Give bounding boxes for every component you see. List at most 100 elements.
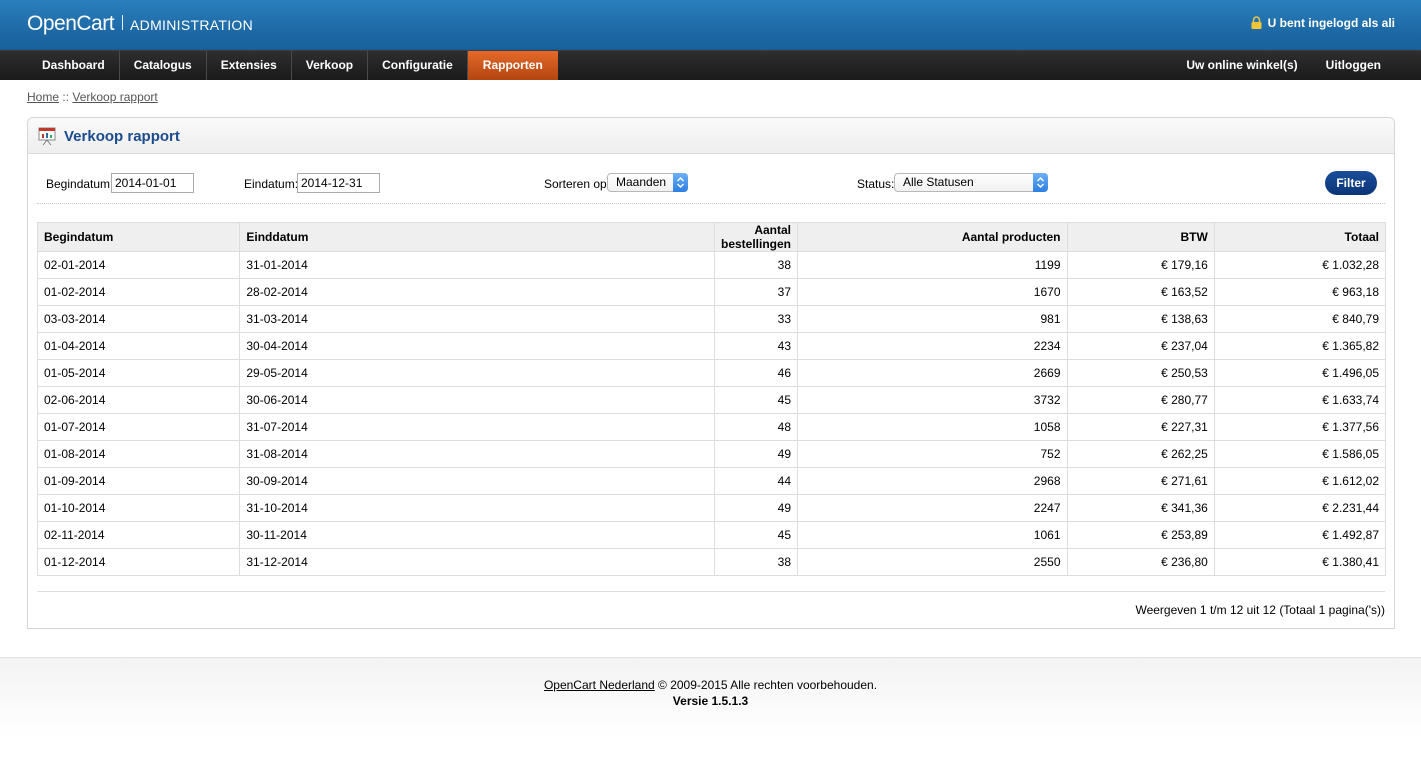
start-date-cell: 01-02-2014: [36, 278, 241, 306]
end-date-cell: 29-05-2014: [239, 359, 715, 387]
sales-report-table: Begindatum Einddatum Aantal bestellingen…: [36, 222, 1387, 576]
filter-button[interactable]: Filter: [1325, 171, 1377, 195]
pagination-text: Weergeven 1 t/m 12 uit 12 (Totaal 1 pagi…: [1135, 603, 1385, 617]
menu-dashboard[interactable]: Dashboard: [28, 51, 120, 80]
total-cell: € 1.496,05: [1213, 359, 1387, 387]
end-date-cell: 28-02-2014: [239, 278, 715, 306]
sort-select[interactable]: Maanden: [607, 173, 688, 192]
total-cell: € 2.231,44: [1213, 494, 1387, 522]
logo-text[interactable]: OpenCart: [27, 12, 115, 35]
menu-configuratie[interactable]: Configuratie: [368, 51, 468, 80]
total-cell: € 1.377,56: [1213, 413, 1387, 441]
tax-cell: € 163,52: [1066, 278, 1215, 306]
login-text: U bent ingelogd als ali: [1267, 16, 1395, 30]
sort-select-arrow-icon: [673, 173, 688, 192]
menu-online-store[interactable]: Uw online winkel(s): [1172, 51, 1311, 80]
col-product-count: Aantal producten: [797, 222, 1068, 252]
product-count-cell: 1670: [797, 278, 1068, 306]
menu-extensies[interactable]: Extensies: [207, 51, 292, 80]
filter-row: Begindatum: 2014-01-01 Eindatum: 2014-12…: [28, 173, 1394, 193]
product-count-cell: 3732: [797, 386, 1068, 414]
status-select[interactable]: Alle Statusen: [894, 173, 1048, 192]
table-row: 02-06-2014 30-06-2014 45 3732 € 280,77 € 1.63…: [36, 386, 1387, 414]
order-count-cell: 37: [713, 278, 799, 306]
sort-select-value: Maanden: [616, 175, 667, 189]
header: OpenCart ADMINISTRATION U bent ingelogd a…: [0, 0, 1421, 50]
tax-cell: € 253,89: [1066, 521, 1215, 549]
end-date-cell: 30-11-2014: [239, 521, 715, 549]
table-row: 02-11-2014 30-11-2014 45 1061 € 253,89 € 1.49…: [36, 521, 1387, 549]
filter-divider: [37, 203, 1385, 204]
end-date-input[interactable]: 2014-12-31: [297, 173, 380, 193]
start-date-cell: 01-10-2014: [36, 494, 241, 522]
main-menu: Dashboard Catalogus Extensies Verkoop Co…: [0, 50, 1421, 80]
product-count-cell: 2669: [797, 359, 1068, 387]
col-start-date: Begindatum: [36, 222, 241, 252]
start-date-cell: 01-07-2014: [36, 413, 241, 441]
total-cell: € 963,18: [1213, 278, 1387, 306]
start-date-label: Begindatum:: [46, 177, 114, 191]
breadcrumb-current[interactable]: Verkoop rapport: [72, 90, 157, 104]
end-date-label: Eindatum:: [244, 177, 299, 191]
logo-separator: [122, 15, 124, 30]
tax-cell: € 271,61: [1066, 467, 1215, 495]
product-count-cell: 981: [797, 305, 1068, 333]
order-count-cell: 38: [713, 548, 799, 576]
start-date-input[interactable]: 2014-01-01: [111, 173, 194, 193]
end-date-cell: 31-07-2014: [239, 413, 715, 441]
footer-link[interactable]: OpenCart Nederland: [544, 678, 655, 692]
order-count-cell: 49: [713, 440, 799, 468]
order-count-cell: 43: [713, 332, 799, 360]
total-cell: € 1.492,87: [1213, 521, 1387, 549]
order-count-cell: 45: [713, 521, 799, 549]
end-date-cell: 31-10-2014: [239, 494, 715, 522]
start-date-cell: 01-08-2014: [36, 440, 241, 468]
table-row: 01-12-2014 31-12-2014 38 2550 € 236,80 € 1.38…: [36, 548, 1387, 576]
menu-catalogus[interactable]: Catalogus: [120, 51, 207, 80]
menu-logout[interactable]: Uitloggen: [1312, 51, 1395, 80]
start-date-cell: 01-09-2014: [36, 467, 241, 495]
menu-verkoop[interactable]: Verkoop: [292, 51, 369, 80]
report-box: Verkoop rapport Begindatum: 2014-01-01 E…: [27, 117, 1395, 629]
table-row: 01-05-2014 29-05-2014 46 2669 € 250,53 € 1.49…: [36, 359, 1387, 387]
footer-copyright: © 2009-2015 Alle rechten voorbehouden.: [654, 678, 878, 692]
total-cell: € 1.633,74: [1213, 386, 1387, 414]
table-row: 01-02-2014 28-02-2014 37 1670 € 163,52 € 963,…: [36, 278, 1387, 306]
lock-icon: [1251, 16, 1262, 29]
table-row: 01-10-2014 31-10-2014 49 2247 € 341,36 € 2.23…: [36, 494, 1387, 522]
order-count-cell: 45: [713, 386, 799, 414]
table-row: 01-09-2014 30-09-2014 44 2968 € 271,61 € 1.61…: [36, 467, 1387, 495]
tax-cell: € 227,31: [1066, 413, 1215, 441]
order-count-cell: 44: [713, 467, 799, 495]
start-date-cell: 01-05-2014: [36, 359, 241, 387]
footer-version: Versie 1.5.1.3: [672, 694, 749, 708]
start-date-cell: 01-04-2014: [36, 332, 241, 360]
breadcrumb-home[interactable]: Home: [27, 90, 59, 104]
tax-cell: € 341,36: [1066, 494, 1215, 522]
table-row: 02-01-2014 31-01-2014 38 1199 € 179,16 € 1.03…: [36, 251, 1387, 279]
menu-right: Uw online winkel(s) Uitloggen: [1172, 51, 1395, 80]
table-body: 02-01-2014 31-01-2014 38 1199 € 179,16 € 1.03…: [36, 251, 1387, 576]
tax-cell: € 237,04: [1066, 332, 1215, 360]
order-count-cell: 49: [713, 494, 799, 522]
table-row: 03-03-2014 31-03-2014 33 981 € 138,63 € 840,7…: [36, 305, 1387, 333]
table-row: 01-08-2014 31-08-2014 49 752 € 262,25 € 1.586…: [36, 440, 1387, 468]
product-count-cell: 1061: [797, 521, 1068, 549]
start-date-cell: 02-01-2014: [36, 251, 241, 279]
start-date-cell: 02-11-2014: [36, 521, 241, 549]
product-count-cell: 752: [797, 440, 1068, 468]
col-end-date: Einddatum: [239, 222, 715, 252]
end-date-cell: 30-04-2014: [239, 332, 715, 360]
total-cell: € 1.612,02: [1213, 467, 1387, 495]
tax-cell: € 280,77: [1066, 386, 1215, 414]
end-date-cell: 31-12-2014: [239, 548, 715, 576]
tax-cell: € 262,25: [1066, 440, 1215, 468]
total-cell: € 1.380,41: [1213, 548, 1387, 576]
product-count-cell: 2234: [797, 332, 1068, 360]
footer-copyright-line: OpenCart Nederland © 2009-2015 Alle rech…: [0, 678, 1421, 692]
menu-rapporten[interactable]: Rapporten: [467, 51, 558, 80]
start-date-cell: 01-12-2014: [36, 548, 241, 576]
col-total: Totaal: [1213, 222, 1387, 252]
logo[interactable]: OpenCart ADMINISTRATION: [27, 12, 253, 36]
table-header-row: Begindatum Einddatum Aantal bestellingen…: [36, 222, 1387, 252]
